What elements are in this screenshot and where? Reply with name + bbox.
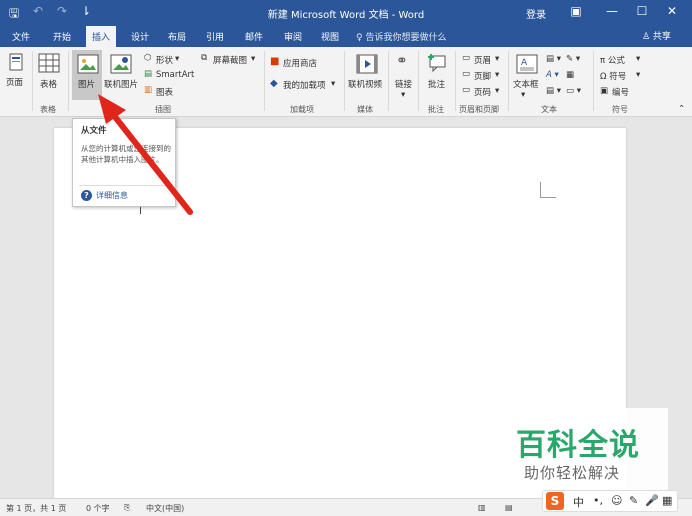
- status-page[interactable]: 第 1 页，共 1 页: [6, 503, 66, 514]
- ime-toolbox-icon[interactable]: ▦: [662, 494, 672, 507]
- ime-emoji-icon[interactable]: ☺: [611, 494, 622, 507]
- ime-voice-icon[interactable]: 🎤: [645, 494, 659, 507]
- proofing-icon[interactable]: ⎘: [124, 503, 130, 513]
- watermark-subtitle: 助你轻松解决: [524, 464, 621, 482]
- arrow-shaft: [105, 105, 193, 215]
- ime-punctuation-icon[interactable]: •,: [593, 494, 603, 507]
- site-watermark: 百科全说 助你轻松解决: [508, 408, 668, 494]
- print-layout-icon[interactable]: ▤: [505, 503, 513, 512]
- ime-chinese-mode[interactable]: 中: [573, 494, 584, 510]
- read-mode-icon[interactable]: ▥: [478, 503, 486, 512]
- status-language[interactable]: 中文(中国): [146, 503, 184, 514]
- ime-logo-icon[interactable]: S: [546, 492, 564, 510]
- watermark-title: 百科全说: [516, 428, 640, 463]
- arrow-head: [98, 94, 126, 124]
- ime-toolbar: S 中 •, ☺ ✎ 🎤 ▦: [542, 490, 678, 512]
- status-words[interactable]: 0 个字: [86, 503, 110, 514]
- ime-handwrite-icon[interactable]: ✎: [629, 494, 638, 507]
